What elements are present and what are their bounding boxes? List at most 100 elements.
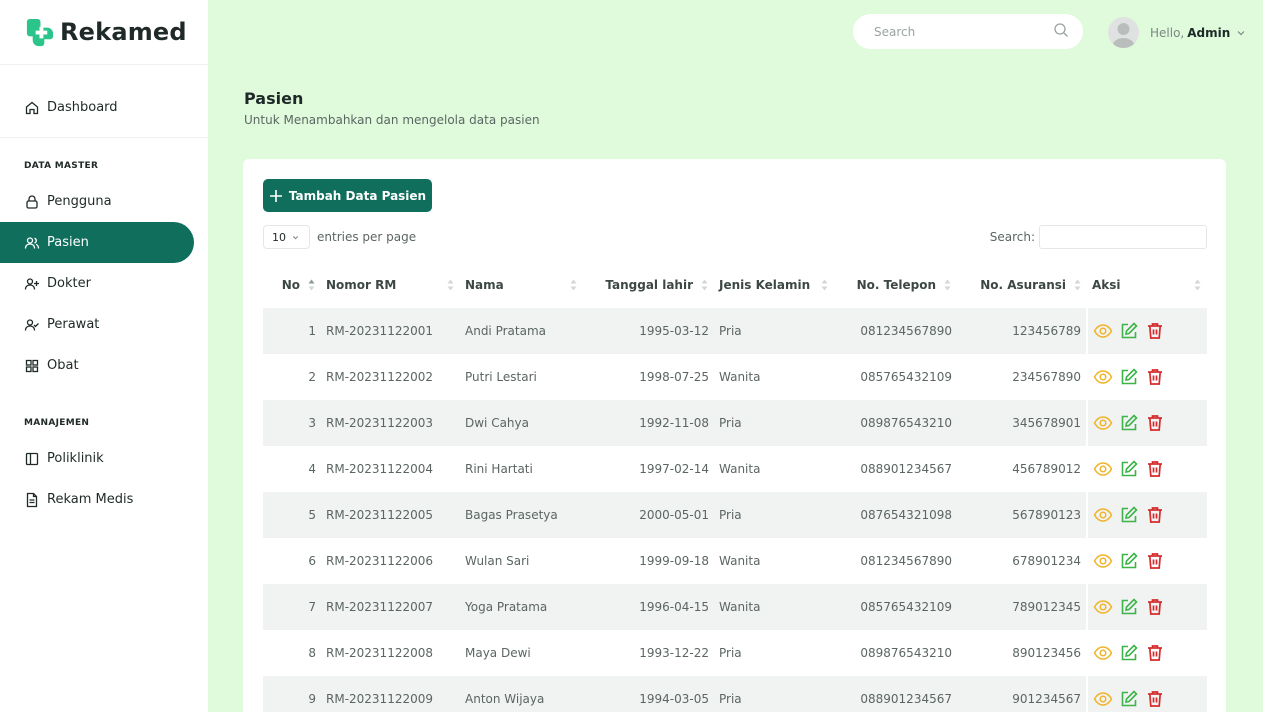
- user-menu[interactable]: Hello, Admin: [1108, 17, 1247, 48]
- eye-icon[interactable]: [1093, 367, 1113, 387]
- trash-icon[interactable]: [1145, 551, 1165, 571]
- column-label: No. Asuransi: [980, 278, 1066, 292]
- sort-icon: [821, 279, 828, 291]
- eye-icon[interactable]: [1093, 459, 1113, 479]
- cell-nomor-rm: RM-20231122005: [321, 492, 460, 538]
- eye-icon[interactable]: [1093, 321, 1113, 341]
- sidebar-item-pengguna[interactable]: Pengguna: [0, 181, 194, 222]
- table-row: 5 RM-20231122005 Bagas Prasetya 2000-05-01 P…: [263, 492, 1207, 538]
- sidebar-item-perawat[interactable]: Perawat: [0, 304, 194, 345]
- eye-icon[interactable]: [1093, 643, 1113, 663]
- eye-icon[interactable]: [1093, 551, 1113, 571]
- add-patient-button[interactable]: Tambah Data Pasien: [263, 179, 432, 212]
- cell-no: 1: [263, 308, 321, 354]
- cell-tanggal-lahir: 1999-09-18: [639, 554, 709, 568]
- row-actions: [1093, 551, 1202, 571]
- sidebar-item-poliklinik[interactable]: Poliklinik: [0, 438, 194, 479]
- cell-jenis-kelamin: Wanita: [719, 554, 761, 568]
- cell-nama: Andi Pratama: [460, 308, 583, 354]
- table-row: 8 RM-20231122008 Maya Dewi 1993-12-22 Pria 08…: [263, 630, 1207, 676]
- row-actions: [1093, 459, 1202, 479]
- cell-nomor-rm: RM-20231122007: [321, 584, 460, 630]
- edit-icon[interactable]: [1119, 643, 1139, 663]
- cell-nama: Bagas Prasetya: [460, 492, 583, 538]
- edit-icon[interactable]: [1119, 459, 1139, 479]
- cell-no-asuransi: 890123456: [1012, 646, 1081, 660]
- eye-icon[interactable]: [1093, 505, 1113, 525]
- trash-icon[interactable]: [1145, 505, 1165, 525]
- cell-tanggal-lahir: 1996-04-15: [583, 584, 714, 630]
- col-nama-header[interactable]: Nama: [460, 262, 583, 308]
- row-actions: [1093, 643, 1202, 663]
- page-size-select[interactable]: 10: [263, 225, 310, 249]
- sidebar-item-pasien[interactable]: Pasien: [0, 222, 194, 263]
- trash-icon[interactable]: [1145, 321, 1165, 341]
- column-label: Nomor RM: [326, 278, 397, 292]
- sidebar-item-label: Perawat: [47, 317, 100, 332]
- edit-icon[interactable]: [1119, 321, 1139, 341]
- col-no-header[interactable]: No: [263, 262, 321, 308]
- sidebar-item-rekam-medis[interactable]: Rekam Medis: [0, 479, 194, 520]
- col-no-telepon-header[interactable]: No. Telepon: [834, 262, 957, 308]
- cell-no-asuransi: 678901234: [1012, 554, 1081, 568]
- avatar: [1108, 17, 1139, 48]
- sort-icon: [701, 279, 708, 291]
- table-row: 3 RM-20231122003 Dwi Cahya 1992-11-08 Pria 08…: [263, 400, 1207, 446]
- global-search[interactable]: [853, 14, 1083, 49]
- search-icon[interactable]: [1053, 22, 1069, 42]
- cell-aksi: [1086, 492, 1207, 538]
- edit-icon[interactable]: [1119, 551, 1139, 571]
- eye-icon[interactable]: [1093, 413, 1113, 433]
- sort-icon: [1074, 279, 1081, 291]
- brand-logo-icon: [26, 18, 54, 46]
- col-jenis-kelamin-header[interactable]: Jenis Kelamin: [714, 262, 834, 308]
- cell-nomor-rm: RM-20231122006: [326, 554, 434, 568]
- edit-icon[interactable]: [1119, 413, 1139, 433]
- col-tanggal-lahir-header[interactable]: Tanggal lahir: [583, 262, 714, 308]
- cell-nama: Wulan Sari: [465, 554, 530, 568]
- eye-icon[interactable]: [1093, 597, 1113, 617]
- col-nomor-rm-header[interactable]: Nomor RM: [321, 262, 460, 308]
- table-search-input[interactable]: [1039, 225, 1207, 249]
- row-actions: [1093, 321, 1202, 341]
- col-no-asuransi-header[interactable]: No. Asuransi: [957, 262, 1087, 308]
- edit-icon[interactable]: [1119, 367, 1139, 387]
- cell-aksi: [1086, 630, 1207, 676]
- global-search-input[interactable]: [874, 24, 1053, 39]
- edit-icon[interactable]: [1119, 597, 1139, 617]
- trash-icon[interactable]: [1145, 367, 1165, 387]
- edit-icon[interactable]: [1119, 689, 1139, 709]
- cell-no-telepon: 088901234567: [860, 462, 952, 476]
- sidebar-item-dashboard[interactable]: Dashboard: [0, 87, 194, 128]
- edit-icon[interactable]: [1119, 505, 1139, 525]
- sidebar-item-dokter[interactable]: Dokter: [0, 263, 194, 304]
- col-aksi-header[interactable]: Aksi: [1087, 262, 1207, 308]
- cell-jenis-kelamin: Wanita: [714, 584, 834, 630]
- table-row: 9 RM-20231122009 Anton Wijaya 1994-03-05 Pri…: [263, 676, 1207, 712]
- cell-no: 8: [308, 646, 316, 660]
- trash-icon[interactable]: [1145, 413, 1165, 433]
- trash-icon[interactable]: [1145, 459, 1165, 479]
- cell-nama: Dwi Cahya: [460, 400, 583, 446]
- trash-icon[interactable]: [1145, 643, 1165, 663]
- sidebar-item-obat[interactable]: Obat: [0, 345, 194, 386]
- eye-icon[interactable]: [1093, 689, 1113, 709]
- sidebar: Rekamed Dashboard DATA MASTER Pengguna P…: [0, 0, 208, 712]
- row-actions: [1093, 367, 1202, 387]
- cell-no-asuransi: 123456789: [957, 308, 1087, 354]
- cell-nomor-rm: RM-20231122009: [321, 676, 460, 712]
- table-row: 1 RM-20231122001 Andi Pratama 1995-03-12 Pri…: [263, 308, 1207, 354]
- brand[interactable]: Rekamed: [0, 0, 208, 65]
- table-row: 4 RM-20231122004 Rini Hartati 1997-02-14 Wan…: [263, 446, 1207, 492]
- sort-icon: [944, 279, 951, 291]
- cell-tanggal-lahir: 1993-12-22: [639, 646, 709, 660]
- cell-nama: Yoga Pratama: [460, 584, 583, 630]
- cell-no-asuransi: 456789012: [1012, 462, 1081, 476]
- trash-icon[interactable]: [1145, 689, 1165, 709]
- plus-icon: [269, 189, 283, 203]
- cell-nama: Putri Lestari: [465, 370, 537, 384]
- table-body: 1 RM-20231122001 Andi Pratama 1995-03-12 Pri…: [263, 308, 1207, 712]
- sidebar-item-label: Dokter: [47, 276, 91, 291]
- trash-icon[interactable]: [1145, 597, 1165, 617]
- cell-no: 7: [263, 584, 321, 630]
